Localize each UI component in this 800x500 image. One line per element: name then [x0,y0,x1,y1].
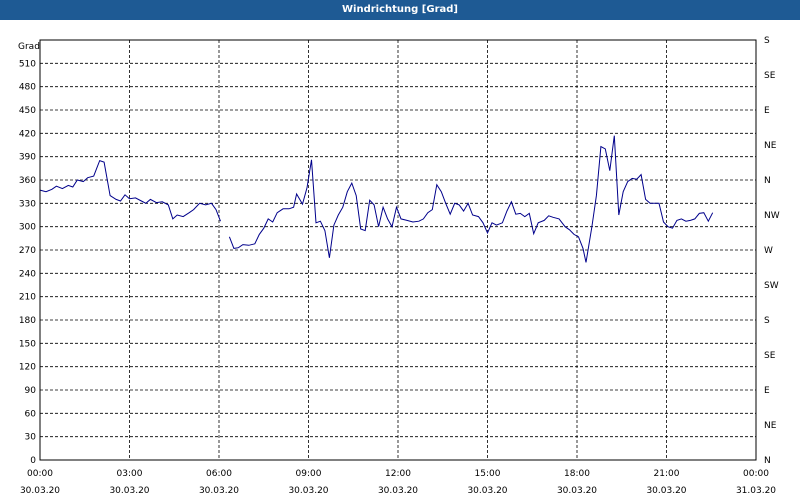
y2-tick-label: SE [764,71,776,81]
y-tick-label: 210 [19,293,36,303]
y-tick-label: 90 [25,386,37,396]
y-tick-label: 300 [19,223,36,233]
x-tick-date: 30.03.20 [288,486,328,496]
x-tick-time: 21:00 [654,469,680,479]
y-tick-label: 450 [19,106,36,116]
y2-tick-label: S [764,316,770,326]
y-tick-label: 480 [19,83,36,93]
x-tick-time: 00:00 [743,469,769,479]
x-tick-time: 18:00 [564,469,590,479]
y-tick-label: 60 [25,409,37,419]
x-tick-date: 30.03.20 [109,486,149,496]
y-tick-label: 180 [19,316,36,326]
x-tick-date: 30.03.20 [646,486,686,496]
line-chart: 0 30 60 90 120 150 180 210 240 270 300 330 360 390 420… [18,36,780,496]
y-tick-label: 0 [30,456,36,466]
y-axis-label: Grad [18,42,40,52]
y2-tick-label: E [764,106,770,116]
x-tick-time: 03:00 [117,469,143,479]
y2-tick-label: NW [764,211,780,221]
y2-tick-label: SE [764,351,776,361]
series-line [228,135,714,263]
x-tick-time: 09:00 [296,469,322,479]
x-tick-date: 30.03.20 [199,486,239,496]
y-axis-ticks: 0 30 60 90 120 150 180 210 240 270 300 330 360 390 420… [19,59,36,466]
series-layer [39,135,714,263]
y-tick-label: 240 [19,269,36,279]
x-tick-date: 30.03.20 [557,486,597,496]
y2-tick-label: NE [764,421,777,431]
grid-lines [40,40,756,460]
y2-tick-label: E [764,386,770,396]
y2-tick-label: SW [764,281,779,291]
x-tick-date: 30.03.20 [378,486,418,496]
chart-title: Windrichtung [Grad] [0,0,800,20]
y2-tick-label: S [764,36,770,46]
y-tick-label: 360 [19,176,36,186]
x-axis-ticks: 00:00 30.03.20 03:00 30.03.20 06:00 30.03.20 0… [20,469,776,496]
x-tick-date: 31.03.20 [736,486,776,496]
x-tick-time: 06:00 [206,469,232,479]
y-tick-label: 150 [19,339,36,349]
y-tick-label: 420 [19,129,36,139]
y-tick-label: 120 [19,363,36,373]
y-tick-label: 30 [25,433,37,443]
y2-tick-label: W [764,246,773,256]
y-tick-label: 270 [19,246,36,256]
y2-tick-label: NE [764,141,777,151]
x-tick-time: 12:00 [385,469,411,479]
y2-tick-label: N [764,176,771,186]
series-line [39,159,221,222]
y2-tick-label: N [764,456,771,466]
y-tick-label: 510 [19,59,36,69]
x-tick-time: 15:00 [475,469,501,479]
x-tick-date: 30.03.20 [467,486,507,496]
y2-axis-ticks: N NE E SE S SW W NW N NE E SE S [764,36,780,466]
y-tick-label: 390 [19,153,36,163]
y-tick-label: 330 [19,199,36,209]
chart-area: 0 30 60 90 120 150 180 210 240 270 300 330 360 390 420… [0,20,800,500]
x-tick-date: 30.03.20 [20,486,60,496]
x-tick-time: 00:00 [27,469,53,479]
